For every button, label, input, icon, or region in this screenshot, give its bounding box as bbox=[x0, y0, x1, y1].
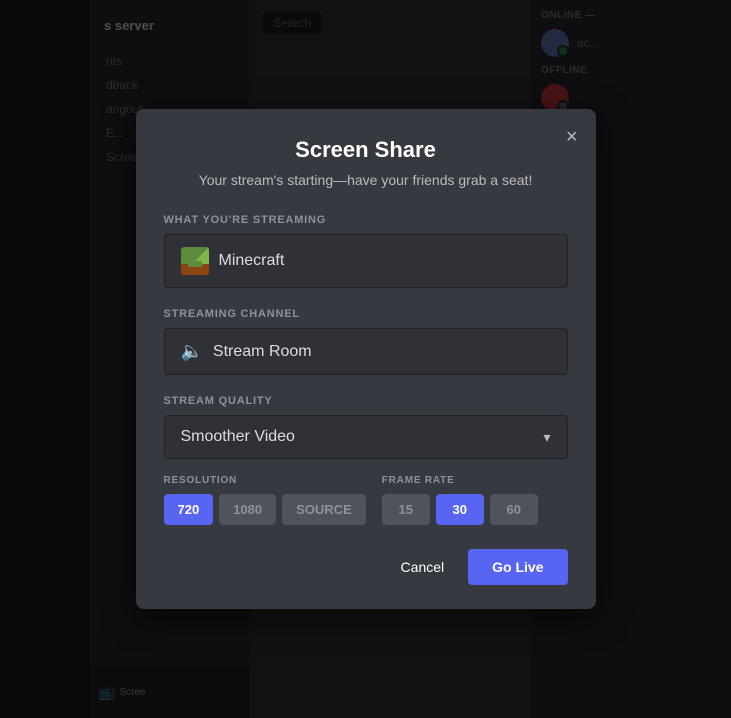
quality-dropdown[interactable]: Smoother Video ▾ bbox=[164, 415, 568, 459]
what-streaming-label: WHAT YOU'RE STREAMING bbox=[164, 214, 568, 226]
speaker-icon: 🔈 bbox=[181, 341, 203, 362]
chevron-down-icon: ▾ bbox=[543, 429, 550, 446]
frame-rate-buttons: 15 30 60 bbox=[382, 494, 568, 525]
quality-options-row: RESOLUTION 720 1080 SOURCE FRAME RATE 15… bbox=[164, 475, 568, 525]
close-button[interactable]: × bbox=[564, 125, 580, 149]
modal-footer: Cancel Go Live bbox=[164, 549, 568, 585]
stream-quality-label: STREAM QUALITY bbox=[164, 395, 568, 407]
frame-rate-group: FRAME RATE 15 30 60 bbox=[382, 475, 568, 525]
streaming-app-field: Minecraft bbox=[164, 234, 568, 288]
framerate-15-button[interactable]: 15 bbox=[382, 494, 430, 525]
minecraft-icon bbox=[181, 247, 209, 275]
framerate-60-button[interactable]: 60 bbox=[490, 494, 538, 525]
frame-rate-label: FRAME RATE bbox=[382, 475, 568, 486]
stream-quality-section: STREAM QUALITY Smoother Video ▾ RESOLUTI… bbox=[164, 395, 568, 525]
resolution-group: RESOLUTION 720 1080 SOURCE bbox=[164, 475, 366, 525]
modal-subtitle: Your stream's starting—have your friends… bbox=[164, 171, 568, 191]
quality-selected: Smoother Video bbox=[181, 428, 295, 446]
modal-title: Screen Share bbox=[164, 137, 568, 163]
screen-share-modal: × Screen Share Your stream's starting—ha… bbox=[136, 109, 596, 610]
resolution-720-button[interactable]: 720 bbox=[164, 494, 214, 525]
resolution-label: RESOLUTION bbox=[164, 475, 366, 486]
resolution-1080-button[interactable]: 1080 bbox=[219, 494, 276, 525]
resolution-buttons: 720 1080 SOURCE bbox=[164, 494, 366, 525]
streaming-channel-field: 🔈 Stream Room bbox=[164, 328, 568, 375]
channel-name: Stream Room bbox=[213, 343, 312, 361]
framerate-30-button[interactable]: 30 bbox=[436, 494, 484, 525]
streaming-channel-label: STREAMING CHANNEL bbox=[164, 308, 568, 320]
app-name: Minecraft bbox=[219, 252, 285, 270]
go-live-button[interactable]: Go Live bbox=[468, 549, 567, 585]
modal-backdrop: × Screen Share Your stream's starting—ha… bbox=[0, 0, 731, 718]
cancel-button[interactable]: Cancel bbox=[389, 551, 457, 583]
resolution-source-button[interactable]: SOURCE bbox=[282, 494, 366, 525]
